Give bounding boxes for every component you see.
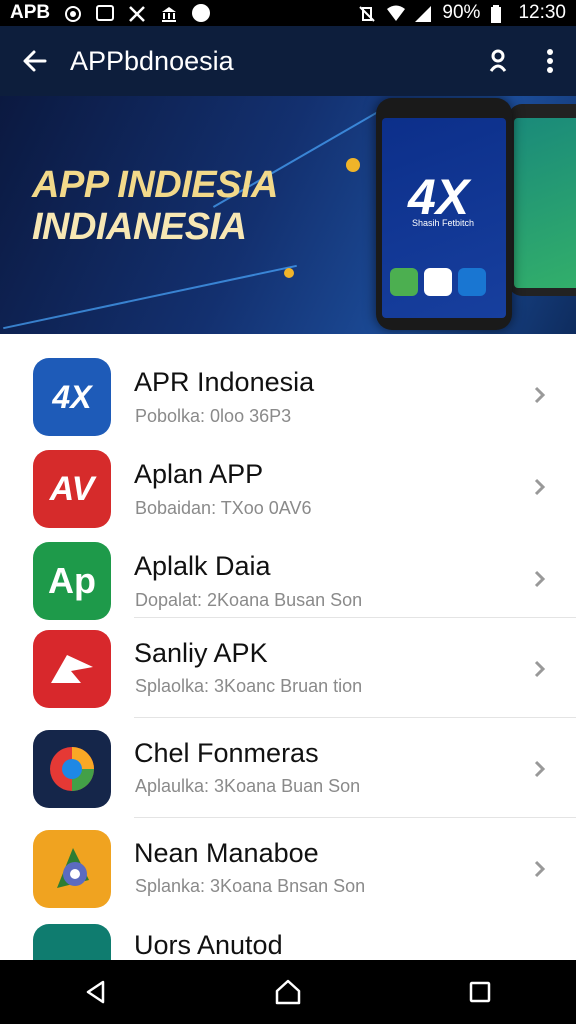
- app-bar: APPbdnoesia: [0, 26, 576, 96]
- app-subtitle: Bobaidan: TXoo 0AV6: [135, 498, 312, 518]
- app-name: Aplalk Daia: [134, 551, 271, 581]
- list-item[interactable]: Sanliy APK Splaolka: 3Koanc Bruan tion: [0, 618, 576, 718]
- chevron-right-icon: [534, 760, 546, 778]
- list-item[interactable]: Ap Aplalk Daia Dopalat: 2Koana Busan Son: [0, 518, 576, 620]
- app-list: 4X APR Indonesia Pobolka: 0loo 36P3 AV A…: [0, 334, 576, 960]
- apr-indonesia-icon: 4X: [33, 358, 111, 436]
- carrier-text: APB: [10, 2, 51, 23]
- no-signal-icon: [128, 5, 146, 22]
- app-name: Nean Manaboe: [134, 838, 319, 868]
- list-item[interactable]: Chel Fonmeras Aplaulka: 3Koana Buan Son: [0, 718, 576, 818]
- chevron-right-icon: [534, 478, 546, 496]
- wifi-icon: [386, 5, 406, 21]
- nean-manaboe-icon: [33, 830, 111, 908]
- chevron-right-icon: [534, 660, 546, 678]
- arrow-left-icon: [23, 50, 47, 72]
- account-icon: [489, 49, 507, 72]
- silent-mode-icon: [358, 5, 376, 22]
- list-item[interactable]: AV Aplan APP Bobaidan: TXoo 0AV6: [0, 426, 576, 528]
- phone-tagline: Shasih Fetbitch: [412, 218, 475, 228]
- list-item[interactable]: Uors Anutod: [0, 918, 576, 960]
- phone-mockup-image: 4X Shasih Fetbitch: [376, 98, 512, 330]
- whatsapp-icon: [64, 5, 82, 22]
- aplan-app-icon: AV: [33, 450, 111, 528]
- app-subtitle: Splaolka: 3Koanc Bruan tion: [135, 676, 363, 696]
- recents-nav-icon: [469, 981, 491, 1003]
- battery-percent: 90%: [442, 2, 481, 23]
- circuit-dot: [284, 268, 294, 278]
- uors-anutod-icon: [33, 924, 111, 960]
- back-nav-icon: [86, 980, 105, 1004]
- chel-fonmeras-icon: [33, 730, 111, 808]
- app-subtitle: Splanka: 3Koana Bnsan Son: [135, 876, 366, 896]
- battery-icon: [490, 5, 508, 23]
- overflow-menu-icon: [547, 49, 553, 73]
- chevron-right-icon: [534, 386, 546, 404]
- aplalk-daia-icon: Ap: [33, 542, 111, 620]
- chevron-right-icon: [534, 570, 546, 588]
- circle-app-icon: [192, 4, 211, 22]
- banner-title-line1: APP INDIESIA: [32, 164, 278, 206]
- back-nav-button[interactable]: [66, 960, 126, 1024]
- app-name: Aplan APP: [134, 459, 264, 489]
- page-title: APPbdnoesia: [70, 45, 234, 76]
- hero-banner: APP INDIESIA INDIANESIA 4X Shasih Fetbit…: [0, 96, 576, 334]
- gallery-icon: [96, 5, 115, 21]
- banner-title-line2: INDIANESIA: [32, 206, 247, 248]
- circuit-dot: [346, 158, 360, 172]
- account-button[interactable]: [472, 26, 524, 96]
- app-subtitle: Dopalat: 2Koana Busan Son: [135, 590, 363, 610]
- app-name: APR Indonesia: [134, 367, 315, 397]
- app-name: Uors Anutod: [134, 930, 283, 960]
- home-nav-button[interactable]: [258, 960, 318, 1024]
- overflow-menu-button[interactable]: [524, 26, 576, 96]
- recents-nav-button[interactable]: [450, 960, 510, 1024]
- clock: 12:30: [518, 2, 566, 23]
- status-bar: APB 90% 12:30: [0, 0, 576, 26]
- sanliy-apk-icon: [33, 630, 111, 708]
- secondary-phone-image: [508, 104, 576, 296]
- bank-icon: [160, 5, 178, 22]
- signal-icon: [414, 5, 432, 22]
- system-nav-bar: [0, 960, 576, 1024]
- back-button[interactable]: [0, 26, 70, 96]
- list-item[interactable]: Nean Manaboe Splanka: 3Koana Bnsan Son: [0, 818, 576, 918]
- chevron-right-icon: [534, 860, 546, 878]
- home-nav-icon: [275, 979, 301, 1005]
- app-subtitle: Pobolka: 0loo 36P3: [135, 406, 292, 426]
- app-subtitle: Aplaulka: 3Koana Buan Son: [135, 776, 361, 796]
- app-name: Chel Fonmeras: [134, 738, 319, 768]
- list-item[interactable]: 4X APR Indonesia Pobolka: 0loo 36P3: [0, 334, 576, 436]
- circuit-line: [3, 264, 297, 330]
- app-name: Sanliy APK: [134, 638, 268, 668]
- phone-dock: [390, 268, 486, 296]
